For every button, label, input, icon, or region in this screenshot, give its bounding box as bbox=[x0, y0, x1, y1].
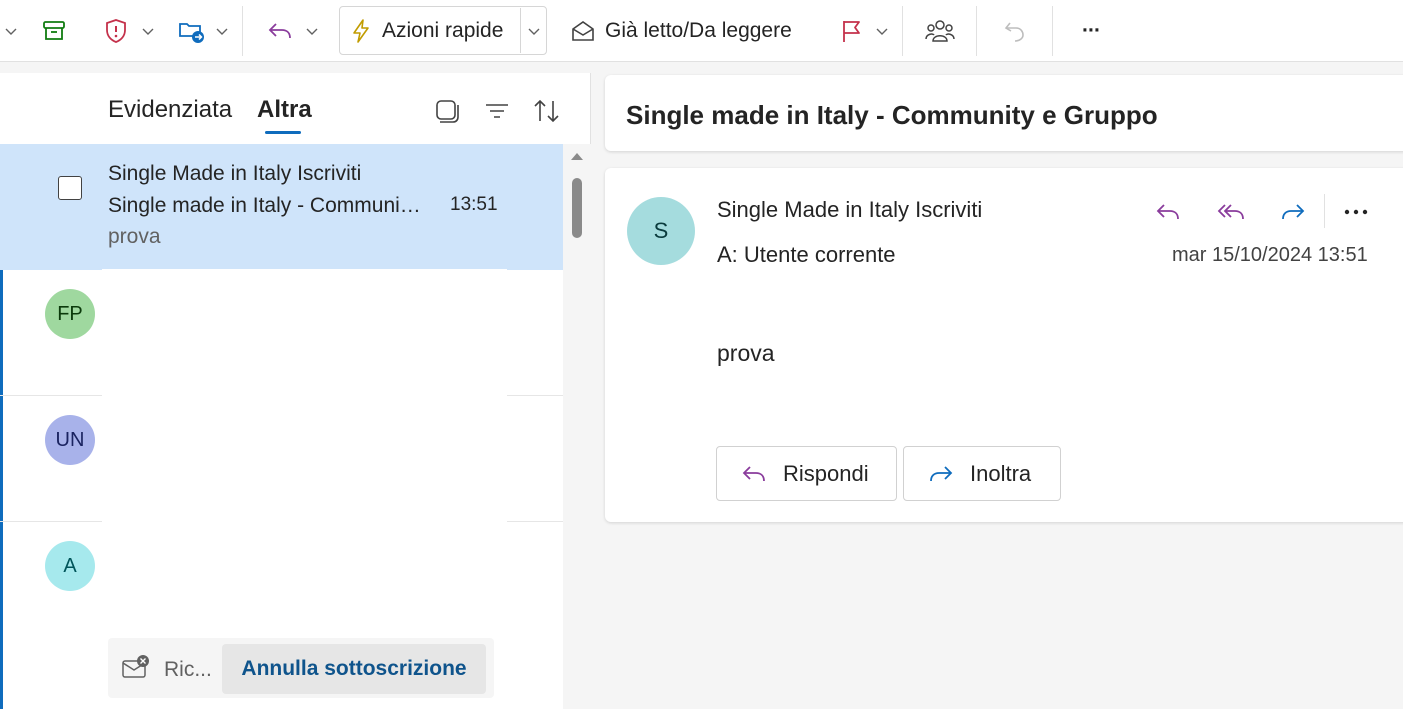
message-date: mar 15/10/2024 13:51 bbox=[1172, 244, 1368, 266]
mail-dismiss-icon bbox=[121, 654, 151, 687]
unread-indicator bbox=[0, 396, 3, 521]
avatar: UN bbox=[45, 415, 95, 465]
more-options-button[interactable]: ··· bbox=[1074, 8, 1108, 54]
chevron-down-icon[interactable] bbox=[302, 8, 322, 54]
sender-avatar: S bbox=[627, 197, 695, 265]
scroll-up-arrow-icon[interactable] bbox=[571, 153, 583, 160]
forward-icon[interactable] bbox=[1273, 192, 1313, 232]
chevron-down-icon[interactable] bbox=[138, 8, 158, 54]
more-actions-icon[interactable] bbox=[1336, 192, 1376, 232]
reply-button[interactable]: Rispondi bbox=[716, 446, 897, 501]
message-sender: Single Made in Italy Iscriviti bbox=[108, 162, 362, 185]
unread-indicator bbox=[0, 270, 3, 395]
message-checkbox[interactable] bbox=[58, 176, 82, 200]
avatar: A bbox=[45, 541, 95, 591]
actions-divider bbox=[1324, 194, 1325, 228]
reply-icon[interactable] bbox=[262, 8, 298, 54]
toolbar-divider bbox=[242, 6, 243, 56]
message-preview: prova bbox=[108, 225, 161, 248]
quick-actions-label: Azioni rapide bbox=[382, 19, 504, 42]
subject-header-card: Single made in Italy - Community e Grupp… bbox=[605, 75, 1403, 151]
toolbar-divider bbox=[976, 6, 977, 56]
forward-button[interactable]: Inoltra bbox=[903, 446, 1061, 501]
sort-icon[interactable] bbox=[532, 97, 560, 125]
sender-name[interactable]: Single Made in Italy Iscriviti bbox=[717, 197, 982, 223]
message-body: prova bbox=[717, 340, 775, 366]
filter-icon[interactable] bbox=[483, 97, 511, 125]
envelope-open-icon[interactable] bbox=[566, 8, 600, 54]
message-list-pane: Evidenziata Altra Single Made in Italy I… bbox=[0, 73, 591, 709]
avatar: FP bbox=[45, 289, 95, 339]
unsubscribe-info-text: Ric... bbox=[164, 658, 212, 681]
message-subject: Single made in Italy - Community e Grupp… bbox=[108, 194, 426, 217]
unsubscribe-button[interactable]: Annulla sottoscrizione bbox=[222, 644, 486, 694]
message-time: 13:51 bbox=[450, 194, 498, 215]
chevron-down-icon[interactable] bbox=[212, 8, 232, 54]
chevron-down-icon[interactable] bbox=[524, 8, 544, 54]
reply-button-label: Rispondi bbox=[783, 460, 869, 486]
hidden-content-overlay bbox=[102, 269, 507, 599]
report-shield-icon[interactable] bbox=[98, 8, 134, 54]
reply-all-icon[interactable] bbox=[1211, 192, 1251, 232]
forward-icon bbox=[930, 465, 953, 481]
toolbar-divider bbox=[902, 6, 903, 56]
flag-icon[interactable] bbox=[834, 8, 868, 54]
archive-icon[interactable] bbox=[36, 8, 72, 54]
message-card: S Single Made in Italy Iscriviti A: Uten… bbox=[605, 168, 1403, 522]
lightning-icon bbox=[346, 8, 376, 54]
select-mode-icon[interactable] bbox=[433, 97, 461, 125]
chevron-down-icon[interactable] bbox=[2, 8, 20, 54]
active-tab-indicator bbox=[265, 131, 301, 134]
unread-indicator bbox=[0, 522, 3, 709]
reading-subject: Single made in Italy - Community e Grupp… bbox=[626, 100, 1158, 130]
scrollbar-thumb[interactable] bbox=[572, 178, 582, 238]
reply-icon bbox=[742, 465, 765, 481]
undo-icon[interactable] bbox=[996, 8, 1034, 54]
recipient-line: A: Utente corrente bbox=[717, 242, 896, 267]
reply-icon[interactable] bbox=[1148, 192, 1188, 232]
split-divider bbox=[520, 8, 521, 53]
tab-other[interactable]: Altra bbox=[257, 96, 312, 124]
forward-button-label: Inoltra bbox=[970, 460, 1032, 486]
tab-focused[interactable]: Evidenziata bbox=[108, 96, 232, 124]
people-group-icon[interactable] bbox=[920, 8, 960, 54]
read-unread-button[interactable]: Già letto/Da leggere bbox=[605, 8, 792, 54]
chevron-down-icon[interactable] bbox=[872, 8, 892, 54]
move-to-folder-icon[interactable] bbox=[172, 8, 210, 54]
command-toolbar: Azioni rapide Già letto/Da leggere ··· bbox=[0, 0, 1403, 62]
toolbar-divider bbox=[1052, 6, 1053, 56]
